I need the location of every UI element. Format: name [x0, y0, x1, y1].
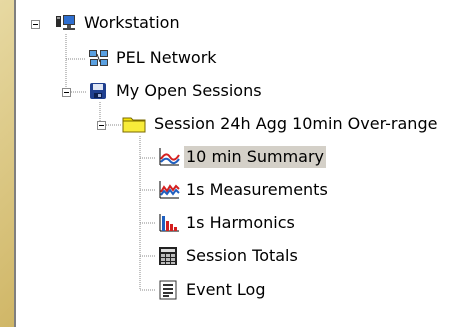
tree-node-session[interactable]: Session 24h Agg 10min Over-range: [122, 113, 439, 135]
tree-node-label: Event Log: [186, 280, 266, 299]
session-collapse-toggle[interactable]: [97, 121, 106, 130]
event-log-icon: [158, 280, 178, 300]
tree-node-label: 1s Harmonics: [186, 213, 295, 232]
tree-node-my-open-sessions[interactable]: My Open Sessions: [88, 80, 264, 102]
tree-node-1s-harmonics[interactable]: 1s Harmonics: [158, 212, 297, 234]
tree-node-workstation[interactable]: Workstation: [56, 12, 182, 34]
harmonics-chart-icon: [158, 213, 179, 233]
tree-node-label: Session Totals: [186, 246, 298, 265]
tree-node-label: 10 min Summary: [184, 146, 327, 168]
folder-icon: [122, 114, 146, 134]
tree-node-1s-measurements[interactable]: 1s Measurements: [158, 179, 330, 201]
tree-node-label: PEL Network: [116, 48, 217, 67]
workstation-icon: [56, 13, 76, 33]
tree-node-event-log[interactable]: Event Log: [158, 279, 268, 301]
tree-node-label: Session 24h Agg 10min Over-range: [154, 114, 438, 133]
trend-chart-icon: [158, 147, 180, 167]
sessions-icon: [88, 81, 108, 101]
totals-table-icon: [158, 246, 178, 266]
sessions-collapse-toggle[interactable]: [62, 88, 71, 97]
tree-node-10-min-summary[interactable]: 10 min Summary: [158, 146, 327, 168]
tree-node-session-totals[interactable]: Session Totals: [158, 245, 300, 267]
tree-node-label: Workstation: [84, 13, 180, 32]
network-icon: [88, 48, 108, 68]
measurement-chart-icon: [158, 180, 180, 200]
tree-node-label: 1s Measurements: [186, 180, 328, 199]
tree-node-label: My Open Sessions: [116, 81, 262, 100]
tree-panel: Workstation PEL Network My Open Sessions…: [14, 0, 474, 327]
workstation-collapse-toggle[interactable]: [31, 20, 40, 29]
tree-node-pel-network[interactable]: PEL Network: [88, 47, 219, 69]
